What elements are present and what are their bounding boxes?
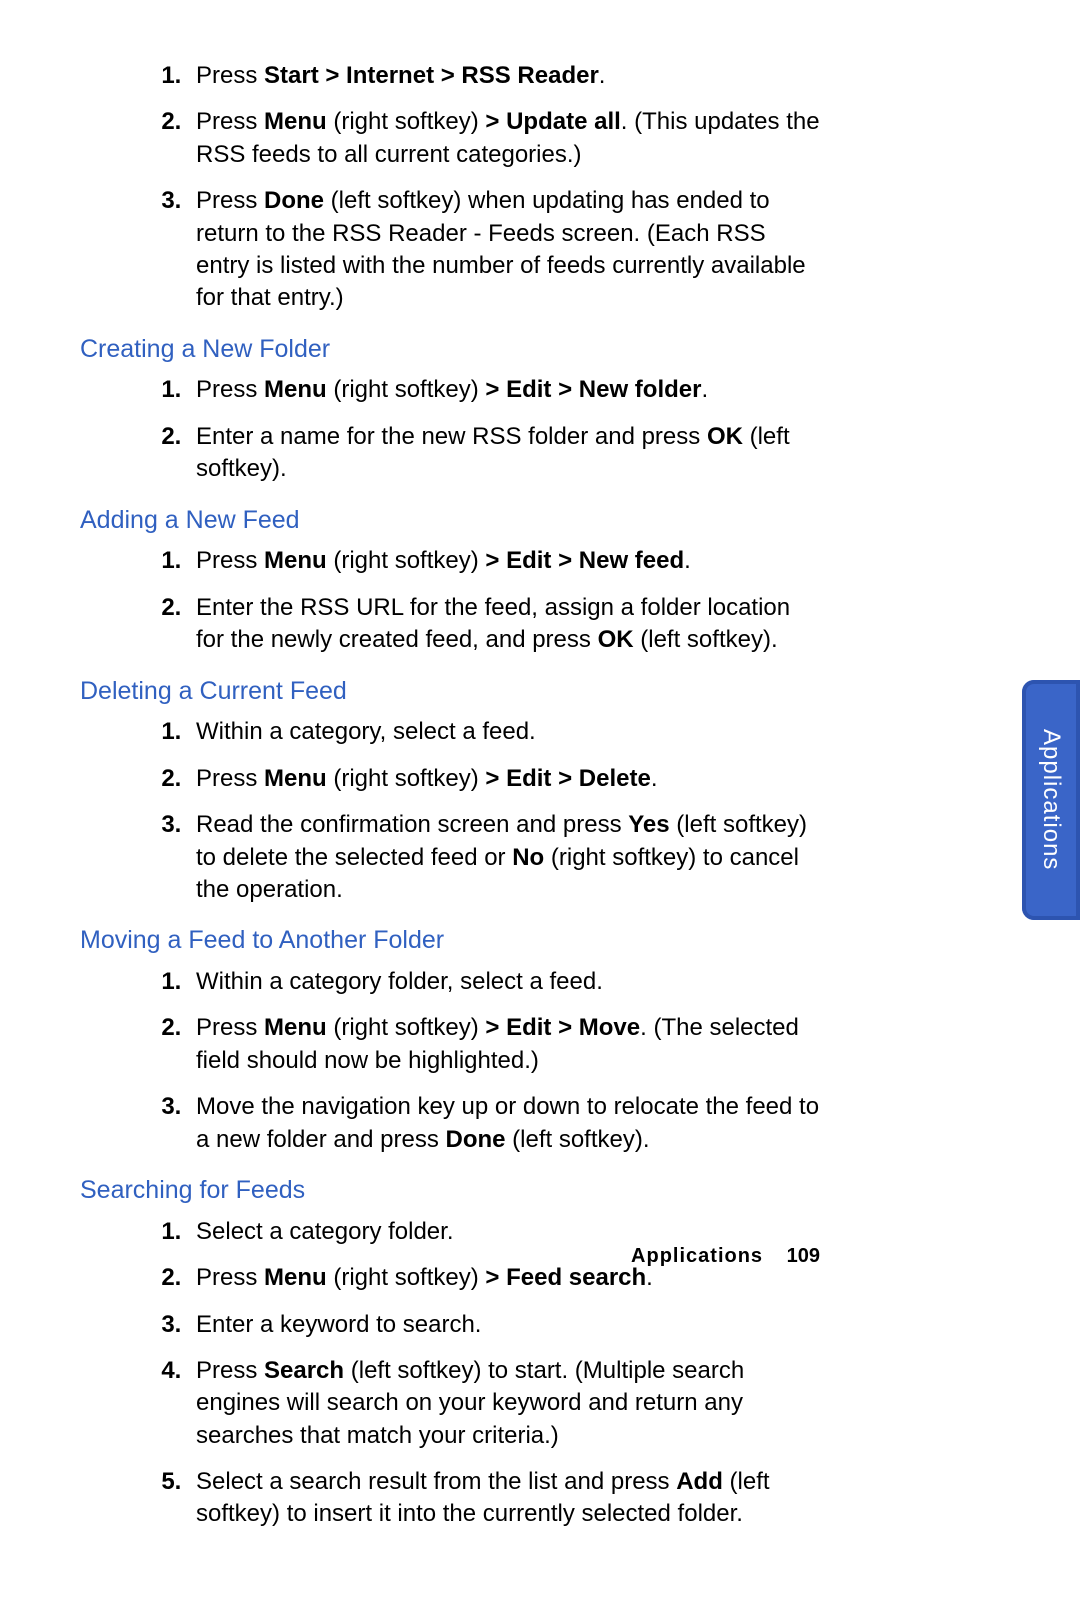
step-item: Press Done (left softkey) when updating … <box>188 185 820 315</box>
section-heading: Searching for Feeds <box>80 1174 820 1208</box>
step-item: Press Start > Internet > RSS Reader. <box>188 60 820 92</box>
section-tab: Applications <box>1022 680 1080 920</box>
step-item: Press Menu (right softkey) > Edit > New … <box>188 374 820 406</box>
step-item: Within a category, select a feed. <box>188 716 820 748</box>
section-heading: Moving a Feed to Another Folder <box>80 924 820 958</box>
section-heading: Adding a New Feed <box>80 504 820 538</box>
page-footer: Applications 109 <box>631 1243 820 1270</box>
section-heading: Creating a New Folder <box>80 333 820 367</box>
section-heading: Deleting a Current Feed <box>80 675 820 709</box>
step-item: Enter a name for the new RSS folder and … <box>188 421 820 486</box>
step-item: Press Menu (right softkey) > Edit > Dele… <box>188 763 820 795</box>
step-item: Select a search result from the list and… <box>188 1466 820 1531</box>
step-item: Enter the RSS URL for the feed, assign a… <box>188 592 820 657</box>
step-item: Within a category folder, select a feed. <box>188 966 820 998</box>
step-item: Read the confirmation screen and press Y… <box>188 809 820 906</box>
step-list: Press Menu (right softkey) > Edit > New … <box>80 374 820 485</box>
footer-section: Applications <box>631 1245 763 1267</box>
step-item: Press Menu (right softkey) > Edit > Move… <box>188 1012 820 1077</box>
step-item: Press Menu (right softkey) > Update all.… <box>188 106 820 171</box>
step-list: Within a category, select a feed. Press M… <box>80 716 820 906</box>
step-item: Move the navigation key up or down to re… <box>188 1091 820 1156</box>
step-item: Press Search (left softkey) to start. (M… <box>188 1355 820 1452</box>
step-list: Press Start > Internet > RSS Reader. Pres… <box>80 60 820 315</box>
step-list: Press Menu (right softkey) > Edit > New … <box>80 545 820 656</box>
step-list: Within a category folder, select a feed.… <box>80 966 820 1156</box>
step-item: Press Menu (right softkey) > Edit > New … <box>188 545 820 577</box>
step-item: Enter a keyword to search. <box>188 1309 820 1341</box>
footer-page-number: 109 <box>787 1245 820 1267</box>
section-tab-label: Applications <box>1035 729 1067 870</box>
manual-page: Press Start > Internet > RSS Reader. Pres… <box>0 0 1080 1620</box>
page-content: Press Start > Internet > RSS Reader. Pres… <box>80 60 820 1531</box>
